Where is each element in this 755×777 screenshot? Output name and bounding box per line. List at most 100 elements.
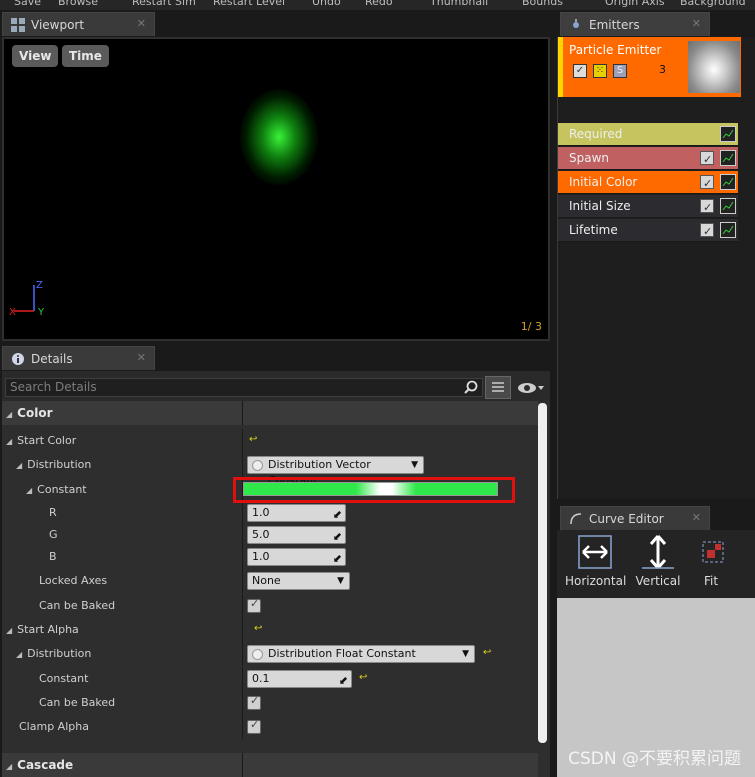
r-value-input[interactable]: 1.0 ⬋	[247, 504, 346, 522]
module-initial-size[interactable]: Initial Size	[558, 195, 738, 219]
render-mode-icon[interactable]: ⁙	[593, 64, 607, 78]
row-b: B 1.0 ⬋	[2, 545, 538, 569]
tab-emitters-label: Emitters	[589, 17, 640, 32]
emitter-card[interactable]: Particle Emitter ✓ ⁙ S 3	[558, 37, 741, 97]
details-scrollbar[interactable]	[538, 403, 547, 743]
start-alpha-label: Start Alpha	[17, 623, 79, 636]
module-enable-checkbox[interactable]	[700, 196, 714, 219]
collapse-triangle-icon[interactable]: ◢	[16, 461, 22, 470]
axis-z-label: Z	[36, 280, 43, 291]
column-divider	[242, 545, 243, 569]
drag-handle-icon[interactable]: ⬋	[333, 551, 342, 567]
viewport[interactable]: View Time Z Y X 1/ 3	[2, 37, 550, 341]
reset-to-default-icon[interactable]: ↩	[483, 648, 493, 658]
fit-label: Fit	[703, 574, 719, 588]
emitter-name: Particle Emitter	[569, 43, 662, 57]
module-initial-color[interactable]: Initial Color	[558, 171, 738, 195]
close-icon[interactable]: ✕	[137, 351, 146, 364]
details-property-list: ◢ Color ◢ Start Color ↩ ◢ Distribution Dist…	[2, 401, 550, 777]
curve-graph-icon[interactable]	[720, 174, 736, 190]
tab-details-label: Details	[31, 351, 73, 366]
tab-emitters[interactable]: Emitters ✕	[560, 12, 710, 36]
reset-to-default-icon[interactable]: ↩	[359, 673, 369, 683]
vertical-label: Vertical	[635, 574, 681, 588]
collapse-triangle-icon[interactable]: ◢	[6, 626, 12, 635]
tab-viewport[interactable]: Viewport ✕	[2, 12, 155, 36]
toolbar-thumbnail[interactable]: Thumbnail	[430, 0, 488, 8]
module-spawn[interactable]: Spawn	[558, 147, 738, 171]
locked-axes-label: Locked Axes	[39, 574, 108, 587]
view-button[interactable]: View	[12, 45, 59, 67]
module-enable-checkbox[interactable]	[700, 148, 714, 171]
collapse-triangle-icon[interactable]: ◢	[6, 410, 12, 419]
g-value-input[interactable]: 5.0 ⬋	[247, 526, 346, 544]
reset-to-default-icon[interactable]: ↩	[249, 435, 259, 445]
search-icon[interactable]	[464, 380, 478, 394]
time-button[interactable]: Time	[62, 45, 109, 67]
alpha-constant-input[interactable]: 0.1 ⬋	[247, 670, 352, 688]
drag-handle-icon[interactable]: ⬋	[333, 529, 342, 545]
collapse-triangle-icon[interactable]: ◢	[6, 437, 12, 446]
reset-to-default-icon[interactable]: ↩	[254, 624, 264, 634]
row-can-be-baked: Can be Baked	[2, 594, 538, 618]
row-distribution: ◢ Distribution Distribution Vector Consta…	[2, 453, 538, 487]
category-cascade[interactable]: ◢ Cascade	[2, 753, 538, 777]
r-label: R	[49, 506, 57, 519]
vertical-tool-button[interactable]: Vertical	[635, 534, 681, 588]
distribution-label: Distribution	[27, 458, 92, 471]
toolbar-restart-sim[interactable]: Restart Sim	[132, 0, 196, 8]
toolbar-undo[interactable]: Undo	[312, 0, 341, 8]
column-divider	[242, 569, 243, 593]
close-icon[interactable]: ✕	[692, 17, 701, 30]
module-enable-checkbox[interactable]	[700, 172, 714, 195]
b-value-input[interactable]: 1.0 ⬋	[247, 548, 346, 566]
property-matrix-button[interactable]	[485, 376, 511, 399]
alpha-distribution-dropdown[interactable]: Distribution Float Constant ▼	[247, 645, 475, 663]
fit-tool-button[interactable]: Fit	[693, 534, 729, 588]
toolbar-background[interactable]: Background	[680, 0, 746, 8]
collapse-triangle-icon[interactable]: ◢	[26, 486, 32, 495]
toolbar-origin-axis[interactable]: Origin Axis	[605, 0, 665, 8]
toolbar-restart-level[interactable]: Restart Level	[213, 0, 285, 8]
g-label: G	[49, 528, 58, 541]
category-color[interactable]: ◢ Color	[2, 401, 538, 425]
horizontal-label: Horizontal	[565, 574, 627, 588]
tab-curve-editor[interactable]: Curve Editor ✕	[560, 506, 710, 530]
module-enable-checkbox[interactable]	[700, 220, 714, 243]
toolbar-bounds[interactable]: Bounds	[522, 0, 563, 8]
view-options-eye-icon[interactable]	[517, 380, 545, 396]
curve-graph-icon[interactable]	[720, 126, 736, 142]
curve-graph-icon[interactable]	[720, 198, 736, 214]
curve-graph-icon[interactable]	[720, 150, 736, 166]
column-divider	[242, 753, 243, 777]
tab-details[interactable]: Details ✕	[2, 346, 155, 370]
close-icon[interactable]: ✕	[137, 17, 146, 30]
search-input[interactable]: Search Details	[5, 378, 483, 397]
solo-toggle[interactable]: S	[613, 64, 627, 78]
toolbar-redo[interactable]: Redo	[365, 0, 393, 8]
alpha-distribution-label: Distribution	[27, 647, 92, 660]
module-lifetime[interactable]: Lifetime	[558, 219, 738, 243]
collapse-triangle-icon[interactable]: ◢	[16, 650, 22, 659]
clamp-alpha-checkbox[interactable]	[247, 718, 261, 734]
can-be-baked-checkbox[interactable]	[247, 597, 261, 613]
module-label: Spawn	[569, 151, 610, 165]
g-value: 5.0	[252, 528, 270, 541]
alpha-can-be-baked-checkbox[interactable]	[247, 694, 261, 710]
drag-handle-icon[interactable]: ⬋	[333, 507, 342, 523]
collapse-triangle-icon[interactable]: ◢	[6, 762, 12, 771]
row-alpha-distribution: ◢ Distribution Distribution Float Constan…	[2, 642, 538, 666]
enable-checkbox-icon[interactable]: ✓	[573, 64, 587, 78]
curve-graph-icon[interactable]	[720, 222, 736, 238]
row-start-alpha: ◢ Start Alpha ↩	[2, 618, 538, 642]
column-divider[interactable]	[242, 401, 243, 425]
horizontal-tool-button[interactable]: Horizontal	[565, 534, 627, 588]
module-label: Required	[569, 127, 623, 141]
distribution-dropdown[interactable]: Distribution Vector Constant ▼	[247, 456, 424, 487]
drag-handle-icon[interactable]: ⬋	[339, 673, 348, 689]
close-icon[interactable]: ✕	[692, 511, 701, 524]
locked-axes-dropdown[interactable]: None ▼	[247, 572, 350, 590]
module-required[interactable]: Required	[558, 123, 738, 146]
toolbar-browse[interactable]: Browse	[58, 0, 98, 8]
toolbar-save[interactable]: Save	[14, 0, 41, 8]
